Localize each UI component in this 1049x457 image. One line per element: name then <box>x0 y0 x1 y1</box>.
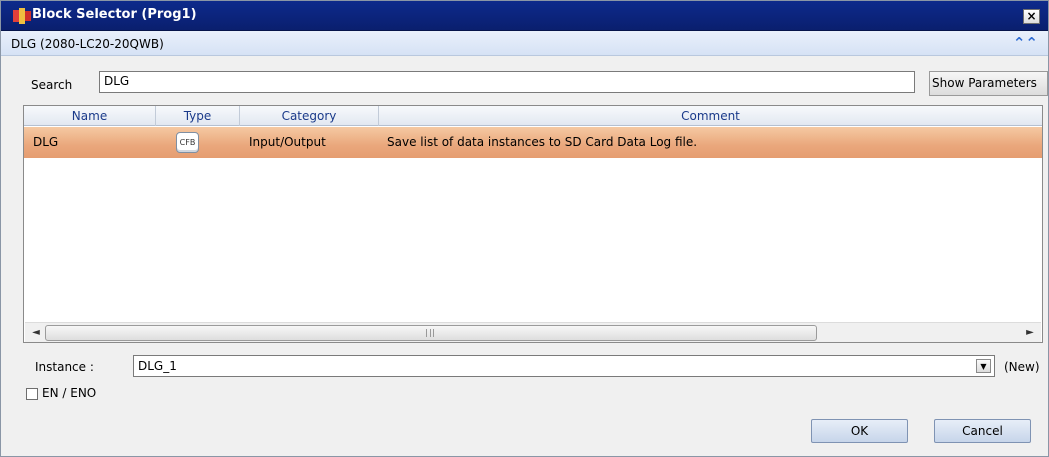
scroll-thumb[interactable] <box>45 325 817 341</box>
cfb-icon: CFB <box>176 132 199 153</box>
ok-button[interactable]: OK <box>811 419 908 443</box>
block-grid: Name Type Category Comment DLG CFB Input… <box>23 105 1043 343</box>
column-header-name[interactable]: Name <box>24 106 156 126</box>
app-icon <box>13 8 31 24</box>
new-instance-label: (New) <box>1004 360 1040 374</box>
section-header[interactable]: DLG (2080-LC20-20QWB) ⌃⌃ <box>1 31 1048 56</box>
double-chevron-up-icon[interactable]: ⌃⌃ <box>1013 34 1038 52</box>
en-eno-label[interactable]: EN / ENO <box>42 386 96 400</box>
instance-value: DLG_1 <box>138 359 177 373</box>
instance-label: Instance : <box>35 360 94 374</box>
dropdown-arrow-icon[interactable]: ▼ <box>976 359 991 373</box>
cell-name: DLG <box>33 135 59 149</box>
table-row[interactable]: DLG CFB Input/Output Save list of data i… <box>24 127 1042 158</box>
cell-category: Input/Output <box>249 135 326 149</box>
horizontal-scrollbar[interactable]: ◄ ► <box>25 322 1041 342</box>
scroll-left-icon[interactable]: ◄ <box>27 323 45 343</box>
scroll-right-icon[interactable]: ► <box>1021 323 1039 343</box>
cancel-button[interactable]: Cancel <box>934 419 1031 443</box>
window-title: Block Selector (Prog1) <box>32 7 197 22</box>
search-row: Search DLG Show Parameters <box>1 68 1048 98</box>
search-input[interactable]: DLG <box>99 71 915 93</box>
section-header-label: DLG (2080-LC20-20QWB) <box>11 37 164 51</box>
show-parameters-button[interactable]: Show Parameters <box>929 71 1048 96</box>
en-eno-checkbox[interactable] <box>26 388 38 400</box>
column-header-type[interactable]: Type <box>156 106 240 126</box>
scroll-grip-icon <box>426 329 434 337</box>
title-bar[interactable]: Block Selector (Prog1) × <box>1 1 1048 31</box>
grid-header: Name Type Category Comment <box>24 106 1042 126</box>
column-header-comment[interactable]: Comment <box>379 106 1042 126</box>
block-selector-dialog: Block Selector (Prog1) × DLG (2080-LC20-… <box>0 0 1049 457</box>
search-label: Search <box>31 78 73 92</box>
cell-comment: Save list of data instances to SD Card D… <box>387 135 698 149</box>
close-button[interactable]: × <box>1023 9 1040 24</box>
column-header-category[interactable]: Category <box>240 106 379 126</box>
instance-select[interactable]: DLG_1 ▼ <box>133 355 995 377</box>
